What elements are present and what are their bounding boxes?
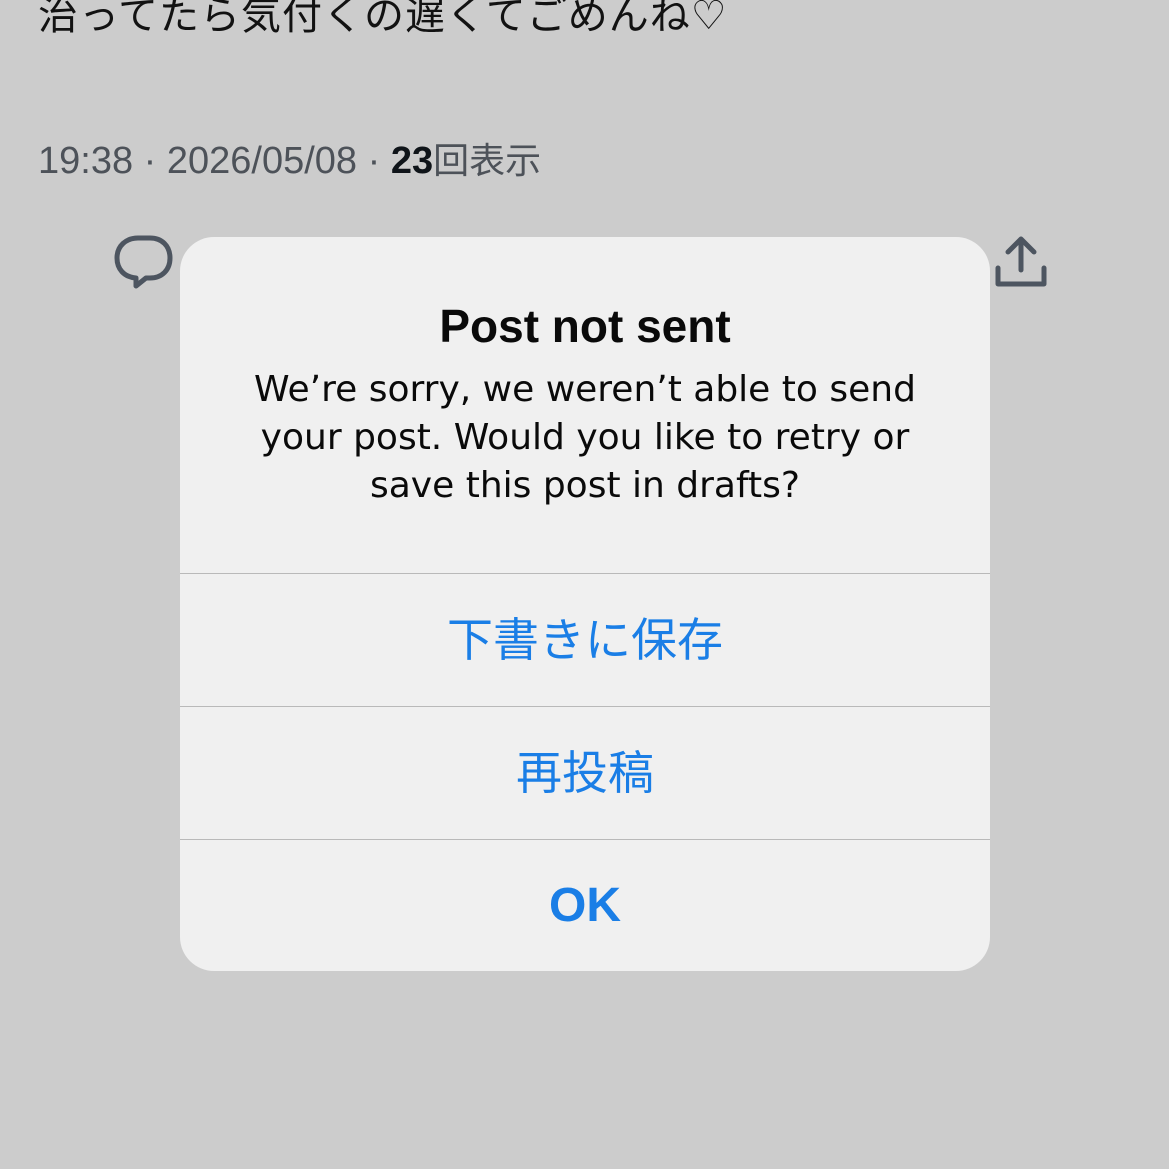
post-not-sent-alert: Post not sent We’re sorry, we weren’t ab… [180,237,990,971]
post-meta: 19:38 · 2026/05/08 · 23回表示 [38,136,541,186]
views-label: 回表示 [433,140,542,181]
ok-button[interactable]: OK [180,839,990,971]
retry-post-button[interactable]: 再投稿 [180,706,990,839]
meta-separator: · [367,140,381,182]
post-date: 2026/05/08 [166,140,358,182]
save-to-drafts-button[interactable]: 下書きに保存 [180,573,990,706]
save-to-drafts-label: 下書きに保存 [447,613,723,667]
share-icon[interactable] [990,232,1052,292]
ok-label: OK [549,879,621,932]
meta-separator: · [143,140,157,182]
reply-icon[interactable] [112,232,176,292]
alert-message: We’re sorry, we weren’t able to send you… [254,369,916,506]
post-text: 治ってたら気付くの遅くてごめんね♡ [38,0,728,39]
alert-title: Post not sent [439,300,731,352]
retry-post-label: 再投稿 [516,746,654,800]
views-count: 23 [390,140,434,182]
post-detail-screen: 治ってたら気付くの遅くてごめんね♡ 19:38 · 2026/05/08 · 2… [0,0,1169,1169]
post-time: 19:38 [38,140,134,182]
